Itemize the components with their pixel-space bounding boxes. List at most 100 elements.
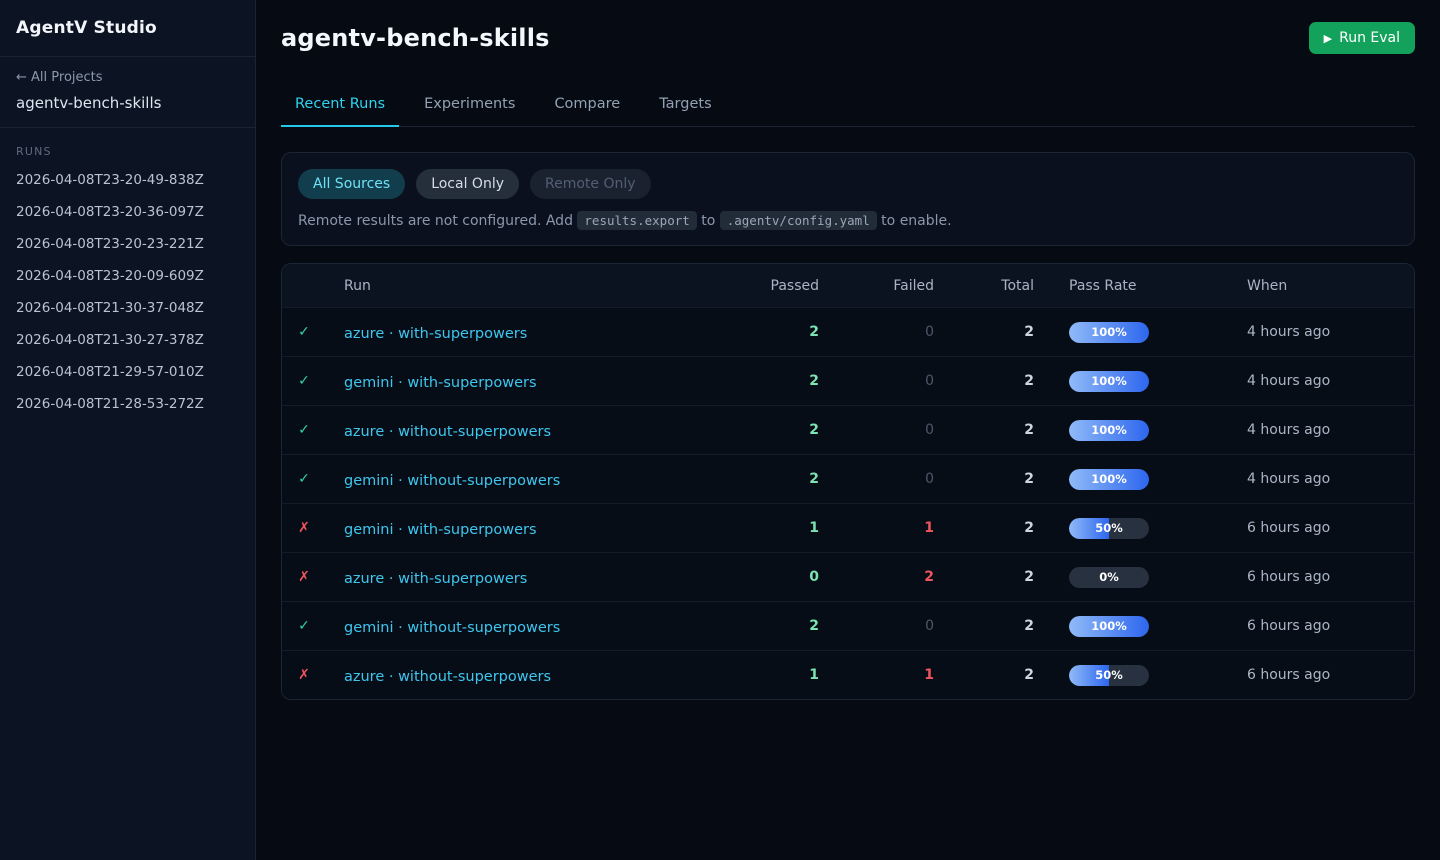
- passed-count: 0: [687, 569, 819, 585]
- run-status-icon: ✓: [282, 471, 326, 487]
- run-when: 6 hours ago: [1247, 569, 1414, 585]
- tab-experiments[interactable]: Experiments: [410, 87, 529, 127]
- run-link[interactable]: azure · without-superpowers: [344, 424, 551, 440]
- runs-section-heading: RUNS: [0, 128, 255, 164]
- run-link[interactable]: gemini · with-superpowers: [344, 375, 537, 391]
- table-row[interactable]: ✓ azure · with-superpowers 2 0 2 100% 4 …: [282, 307, 1414, 356]
- failed-count: 1: [819, 520, 934, 536]
- run-link[interactable]: azure · with-superpowers: [344, 571, 527, 587]
- sidebar-run-item[interactable]: 2026-04-08T21-29-57-010Z: [0, 356, 255, 388]
- run-link[interactable]: azure · with-superpowers: [344, 326, 527, 342]
- run-status-icon: ✗: [282, 520, 326, 536]
- total-count: 2: [934, 422, 1034, 438]
- run-status-icon: ✓: [282, 324, 326, 340]
- run-link[interactable]: gemini · without-superpowers: [344, 473, 560, 489]
- sidebar-run-list: 2026-04-08T23-20-49-838Z2026-04-08T23-20…: [0, 164, 255, 420]
- tab-bar: Recent Runs Experiments Compare Targets: [281, 87, 1415, 127]
- page-title: agentv-bench-skills: [281, 24, 550, 52]
- total-count: 2: [934, 569, 1034, 585]
- run-when: 4 hours ago: [1247, 471, 1414, 487]
- pass-rate-pill: 100%: [1069, 371, 1149, 392]
- total-count: 2: [934, 324, 1034, 340]
- col-header-run: Run: [326, 278, 687, 294]
- source-filter-chips: All Sources Local Only Remote Only: [298, 169, 1398, 199]
- failed-count: 2: [819, 569, 934, 585]
- col-header-when: When: [1247, 278, 1414, 294]
- table-body: ✓ azure · with-superpowers 2 0 2 100% 4 …: [282, 307, 1414, 699]
- col-header-passed: Passed: [687, 278, 819, 294]
- failed-count: 1: [819, 667, 934, 683]
- run-when: 4 hours ago: [1247, 373, 1414, 389]
- run-status-icon: ✓: [282, 618, 326, 634]
- source-filter-panel: All Sources Local Only Remote Only Remote …: [281, 152, 1415, 246]
- page-header: agentv-bench-skills ▶ Run Eval: [281, 22, 1415, 54]
- run-when: 4 hours ago: [1247, 324, 1414, 340]
- sidebar-run-item[interactable]: 2026-04-08T23-20-49-838Z: [0, 164, 255, 196]
- back-to-all-projects-link[interactable]: ← All Projects: [16, 70, 239, 85]
- total-count: 2: [934, 520, 1034, 536]
- col-header-pass-rate: Pass Rate: [1034, 278, 1247, 294]
- total-count: 2: [934, 373, 1034, 389]
- pass-rate-pill: 50%: [1069, 665, 1149, 686]
- note-code-results-export: results.export: [577, 211, 696, 230]
- run-link[interactable]: gemini · with-superpowers: [344, 522, 537, 538]
- failed-count: 0: [819, 471, 934, 487]
- sidebar-run-item[interactable]: 2026-04-08T21-30-37-048Z: [0, 292, 255, 324]
- run-status-icon: ✓: [282, 373, 326, 389]
- sidebar-project-name: agentv-bench-skills: [16, 94, 239, 112]
- source-filter-chip-local-only[interactable]: Local Only: [416, 169, 519, 199]
- tab-recent-runs[interactable]: Recent Runs: [281, 87, 399, 127]
- table-row[interactable]: ✗ gemini · with-superpowers 1 1 2 50% 6 …: [282, 503, 1414, 552]
- passed-count: 2: [687, 471, 819, 487]
- table-row[interactable]: ✓ gemini · without-superpowers 2 0 2 100…: [282, 454, 1414, 503]
- sidebar-run-item[interactable]: 2026-04-08T21-28-53-272Z: [0, 388, 255, 420]
- note-prefix: Remote results are not configured. Add: [298, 213, 577, 229]
- table-row[interactable]: ✓ gemini · without-superpowers 2 0 2 100…: [282, 601, 1414, 650]
- remote-config-note: Remote results are not configured. Add r…: [298, 213, 1398, 229]
- run-eval-label: Run Eval: [1339, 30, 1400, 46]
- app-title: AgentV Studio: [16, 18, 239, 38]
- pass-rate-pill: 100%: [1069, 322, 1149, 343]
- pass-rate-pill: 100%: [1069, 420, 1149, 441]
- pass-rate-pill: 50%: [1069, 518, 1149, 539]
- pass-rate-label: 0%: [1069, 567, 1149, 588]
- run-link[interactable]: azure · without-superpowers: [344, 669, 551, 685]
- passed-count: 2: [687, 618, 819, 634]
- pass-rate-label: 100%: [1069, 420, 1149, 441]
- table-row[interactable]: ✓ azure · without-superpowers 2 0 2 100%…: [282, 405, 1414, 454]
- pass-rate-pill: 100%: [1069, 616, 1149, 637]
- tab-targets[interactable]: Targets: [645, 87, 725, 127]
- sidebar-run-item[interactable]: 2026-04-08T21-30-27-378Z: [0, 324, 255, 356]
- table-row[interactable]: ✗ azure · with-superpowers 0 2 2 0% 6 ho…: [282, 552, 1414, 601]
- tab-compare[interactable]: Compare: [540, 87, 634, 127]
- passed-count: 2: [687, 422, 819, 438]
- failed-count: 0: [819, 422, 934, 438]
- note-code-config-yaml: .agentv/config.yaml: [720, 211, 877, 230]
- table-row[interactable]: ✗ azure · without-superpowers 1 1 2 50% …: [282, 650, 1414, 699]
- pass-rate-label: 50%: [1069, 518, 1149, 539]
- col-header-failed: Failed: [819, 278, 934, 294]
- run-when: 6 hours ago: [1247, 618, 1414, 634]
- pass-rate-label: 100%: [1069, 469, 1149, 490]
- total-count: 2: [934, 667, 1034, 683]
- total-count: 2: [934, 471, 1034, 487]
- run-status-icon: ✗: [282, 667, 326, 683]
- table-header-row: Run Passed Failed Total Pass Rate When: [282, 264, 1414, 307]
- total-count: 2: [934, 618, 1034, 634]
- failed-count: 0: [819, 373, 934, 389]
- recent-runs-table: Run Passed Failed Total Pass Rate When ✓…: [281, 263, 1415, 700]
- failed-count: 0: [819, 618, 934, 634]
- run-link[interactable]: gemini · without-superpowers: [344, 620, 560, 636]
- sidebar: AgentV Studio ← All Projects agentv-benc…: [0, 0, 256, 860]
- pass-rate-label: 100%: [1069, 322, 1149, 343]
- passed-count: 1: [687, 667, 819, 683]
- source-filter-chip-remote-only[interactable]: Remote Only: [530, 169, 651, 199]
- source-filter-chip-all-sources[interactable]: All Sources: [298, 169, 405, 199]
- sidebar-run-item[interactable]: 2026-04-08T23-20-23-221Z: [0, 228, 255, 260]
- sidebar-run-item[interactable]: 2026-04-08T23-20-36-097Z: [0, 196, 255, 228]
- pass-rate-pill: 0%: [1069, 567, 1149, 588]
- pass-rate-label: 50%: [1069, 665, 1149, 686]
- sidebar-run-item[interactable]: 2026-04-08T23-20-09-609Z: [0, 260, 255, 292]
- table-row[interactable]: ✓ gemini · with-superpowers 2 0 2 100% 4…: [282, 356, 1414, 405]
- run-eval-button[interactable]: ▶ Run Eval: [1309, 22, 1415, 54]
